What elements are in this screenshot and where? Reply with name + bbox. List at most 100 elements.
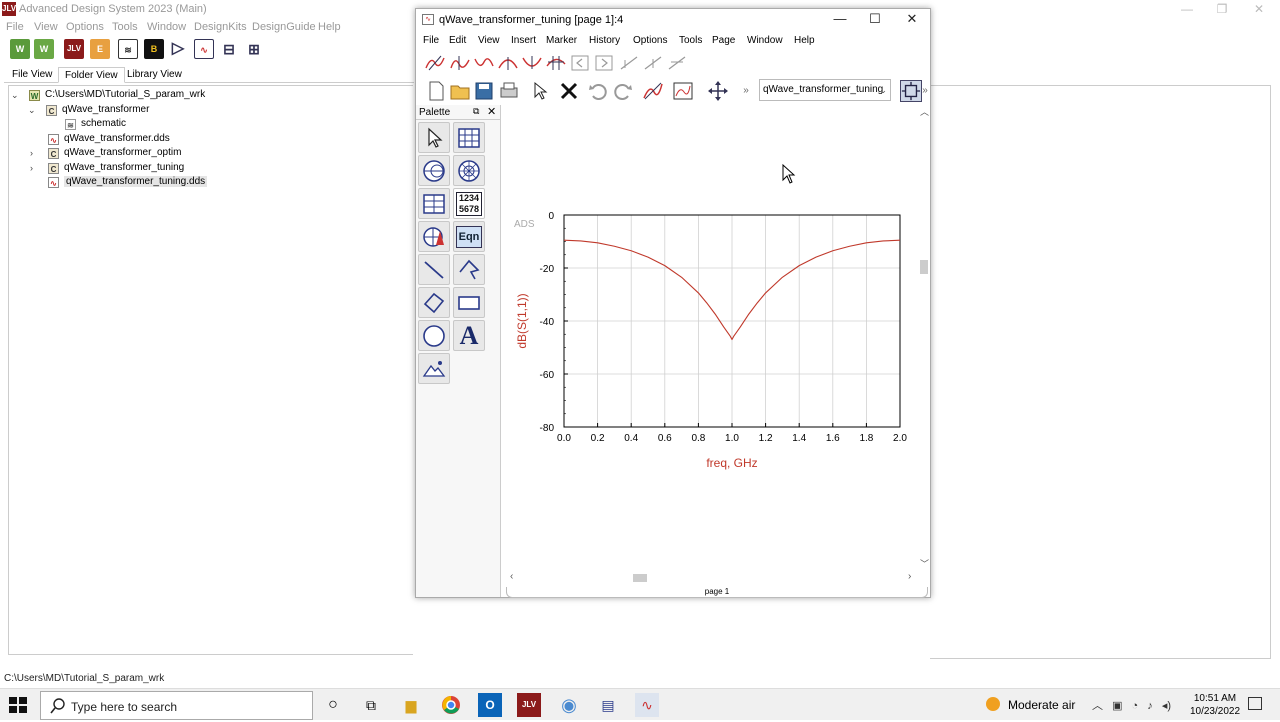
menu-window[interactable]: Window: [147, 21, 186, 33]
marker-new-icon[interactable]: [425, 54, 445, 72]
minimize-button[interactable]: —: [1172, 2, 1202, 16]
outlook-icon[interactable]: O: [478, 693, 502, 717]
taskbar-search-box[interactable]: Type here to search: [40, 691, 313, 720]
scroll-left-icon[interactable]: ‹: [510, 571, 513, 582]
menu-view[interactable]: View: [34, 21, 58, 33]
scroll-up-icon[interactable]: ︿: [920, 105, 929, 118]
dd-menu-marker[interactable]: Marker: [546, 35, 577, 46]
tree-item-schematic[interactable]: ≋ schematic: [65, 117, 126, 131]
scroll-right-icon[interactable]: ›: [908, 571, 911, 582]
expand-chevron-icon[interactable]: ⌄: [11, 88, 21, 102]
marker-next-icon[interactable]: [594, 54, 614, 72]
tray-volume-icon[interactable]: ◂): [1162, 700, 1171, 712]
equation-button[interactable]: Eqn: [453, 221, 485, 252]
toolbar-overflow-2[interactable]: »: [921, 80, 929, 102]
page-tab[interactable]: page 1: [506, 587, 928, 598]
palette-close-icon[interactable]: ✕: [487, 105, 496, 118]
library-icon[interactable]: ⊟: [219, 39, 239, 59]
tree-item-cell[interactable]: › CqWave_transformer_tuning: [30, 161, 184, 175]
design-guide-icon[interactable]: E: [90, 39, 110, 59]
dd-menu-page[interactable]: Page: [712, 35, 735, 46]
close-button[interactable]: ✕: [1244, 2, 1274, 16]
dd-close-button[interactable]: ✕: [897, 11, 927, 27]
ads-taskbar-icon[interactable]: JLV: [517, 693, 541, 717]
undo-icon[interactable]: [587, 80, 609, 102]
plot-options-icon[interactable]: [672, 80, 694, 102]
text-tool-button[interactable]: A: [453, 320, 485, 351]
file-explorer-icon[interactable]: ▆: [399, 693, 423, 717]
polar-plot-button[interactable]: [453, 155, 485, 186]
tree-item-cell[interactable]: › CqWave_transformer_optim: [30, 146, 181, 160]
windows-start-icon[interactable]: [8, 696, 28, 714]
tree-item-workspace[interactable]: ⌄ W C:\Users\MD\Tutorial_S_param_wrk: [11, 88, 205, 102]
image-tool-button[interactable]: [418, 353, 450, 384]
tray-device-icon[interactable]: ▣: [1112, 700, 1122, 712]
horizontal-scrollbar[interactable]: ‹ ›: [506, 571, 918, 585]
marker-max-icon[interactable]: [498, 54, 518, 72]
weather-widget[interactable]: Moderate air: [986, 697, 1075, 712]
dd-menu-tools[interactable]: Tools: [679, 35, 702, 46]
menu-help[interactable]: Help: [318, 21, 341, 33]
schematic-icon[interactable]: ≋: [118, 39, 138, 59]
circle-tool-button[interactable]: [418, 320, 450, 351]
tab-file-view[interactable]: File View: [6, 67, 58, 83]
dd-menu-insert[interactable]: Insert: [511, 35, 536, 46]
chrome-icon[interactable]: [439, 693, 463, 717]
expand-chevron-icon[interactable]: ⌄: [28, 103, 38, 117]
media-player-icon[interactable]: ◉: [557, 693, 581, 717]
smith-chart-button[interactable]: [418, 155, 450, 186]
open-workspace-icon[interactable]: W: [34, 39, 54, 59]
notifications-icon[interactable]: [1248, 697, 1262, 710]
open-folder-icon[interactable]: [449, 80, 471, 102]
tray-microphone-icon[interactable]: ♪: [1147, 700, 1153, 712]
redo-icon[interactable]: [612, 80, 634, 102]
dd-menu-window[interactable]: Window: [747, 35, 783, 46]
menu-tools[interactable]: Tools: [112, 21, 138, 33]
task-view-icon[interactable]: ⧉: [359, 693, 383, 717]
marker-delta-icon[interactable]: [546, 54, 566, 72]
tray-network-icon[interactable]: ◔: [1132, 700, 1139, 712]
delete-icon[interactable]: [558, 80, 580, 102]
marker-prev-icon[interactable]: [570, 54, 590, 72]
save-icon[interactable]: [473, 80, 495, 102]
marker-slope-icon[interactable]: [619, 54, 639, 72]
taskbar-clock[interactable]: 10:51 AM 10/23/2022: [1186, 692, 1244, 718]
tab-folder-view[interactable]: Folder View: [58, 67, 125, 83]
maximize-button[interactable]: ❐: [1207, 2, 1237, 16]
rectangular-plot-button[interactable]: [453, 122, 485, 153]
dd-menu-help[interactable]: Help: [794, 35, 815, 46]
dd-menu-history[interactable]: History: [589, 35, 620, 46]
cortana-icon[interactable]: ○: [321, 693, 345, 717]
vertical-scrollbar[interactable]: ︿ ﹀: [918, 105, 930, 570]
antenna-plot-button[interactable]: [418, 221, 450, 252]
horizontal-scroll-thumb[interactable]: [633, 574, 647, 582]
tree-item-dds-selected[interactable]: ∿ qWave_transformer_tuning.dds: [48, 175, 208, 189]
marker-line-icon[interactable]: [643, 54, 663, 72]
pan-icon[interactable]: [707, 80, 729, 102]
dd-menu-file[interactable]: File: [423, 35, 439, 46]
rectangular-plot[interactable]: ADS 0.0 0.2 0.4 0.6 0.8 1.0 1.2 1.4 1.6 1.8 2.0 0 -20…: [503, 105, 918, 570]
menu-designguide[interactable]: DesignGuide: [252, 21, 316, 33]
polygon-tool-button[interactable]: [418, 287, 450, 318]
collapse-chevron-icon[interactable]: ›: [30, 146, 40, 160]
layout-icon[interactable]: B: [144, 39, 164, 59]
menu-file[interactable]: File: [6, 21, 24, 33]
new-workspace-icon[interactable]: W: [10, 39, 30, 59]
menu-designkits[interactable]: DesignKits: [194, 21, 247, 33]
dd-menu-edit[interactable]: Edit: [449, 35, 466, 46]
polyline-tool-button[interactable]: [453, 254, 485, 285]
data-display-icon[interactable]: ∿: [194, 39, 214, 59]
symbol-icon[interactable]: ▷: [168, 39, 188, 59]
data-display-taskbar-icon[interactable]: ∿: [635, 693, 659, 717]
marker-min-icon[interactable]: [522, 54, 542, 72]
toolbar-overflow[interactable]: »: [735, 80, 757, 102]
print-icon[interactable]: [498, 80, 520, 102]
dd-menu-options[interactable]: Options: [633, 35, 667, 46]
page-select-dropdown[interactable]: qWave_transformer_tuning ⌄: [759, 79, 891, 101]
dd-minimize-button[interactable]: —: [825, 11, 855, 26]
schematic-taskbar-icon[interactable]: ▤: [596, 693, 620, 717]
marker-valley-icon[interactable]: [474, 54, 494, 72]
trace-icon[interactable]: [642, 80, 664, 102]
zoom-fit-icon[interactable]: [900, 80, 922, 102]
plot-canvas[interactable]: ADS 0.0 0.2 0.4 0.6 0.8 1.0 1.2 1.4 1.6 1.8 2.0 0 -20…: [503, 105, 918, 570]
